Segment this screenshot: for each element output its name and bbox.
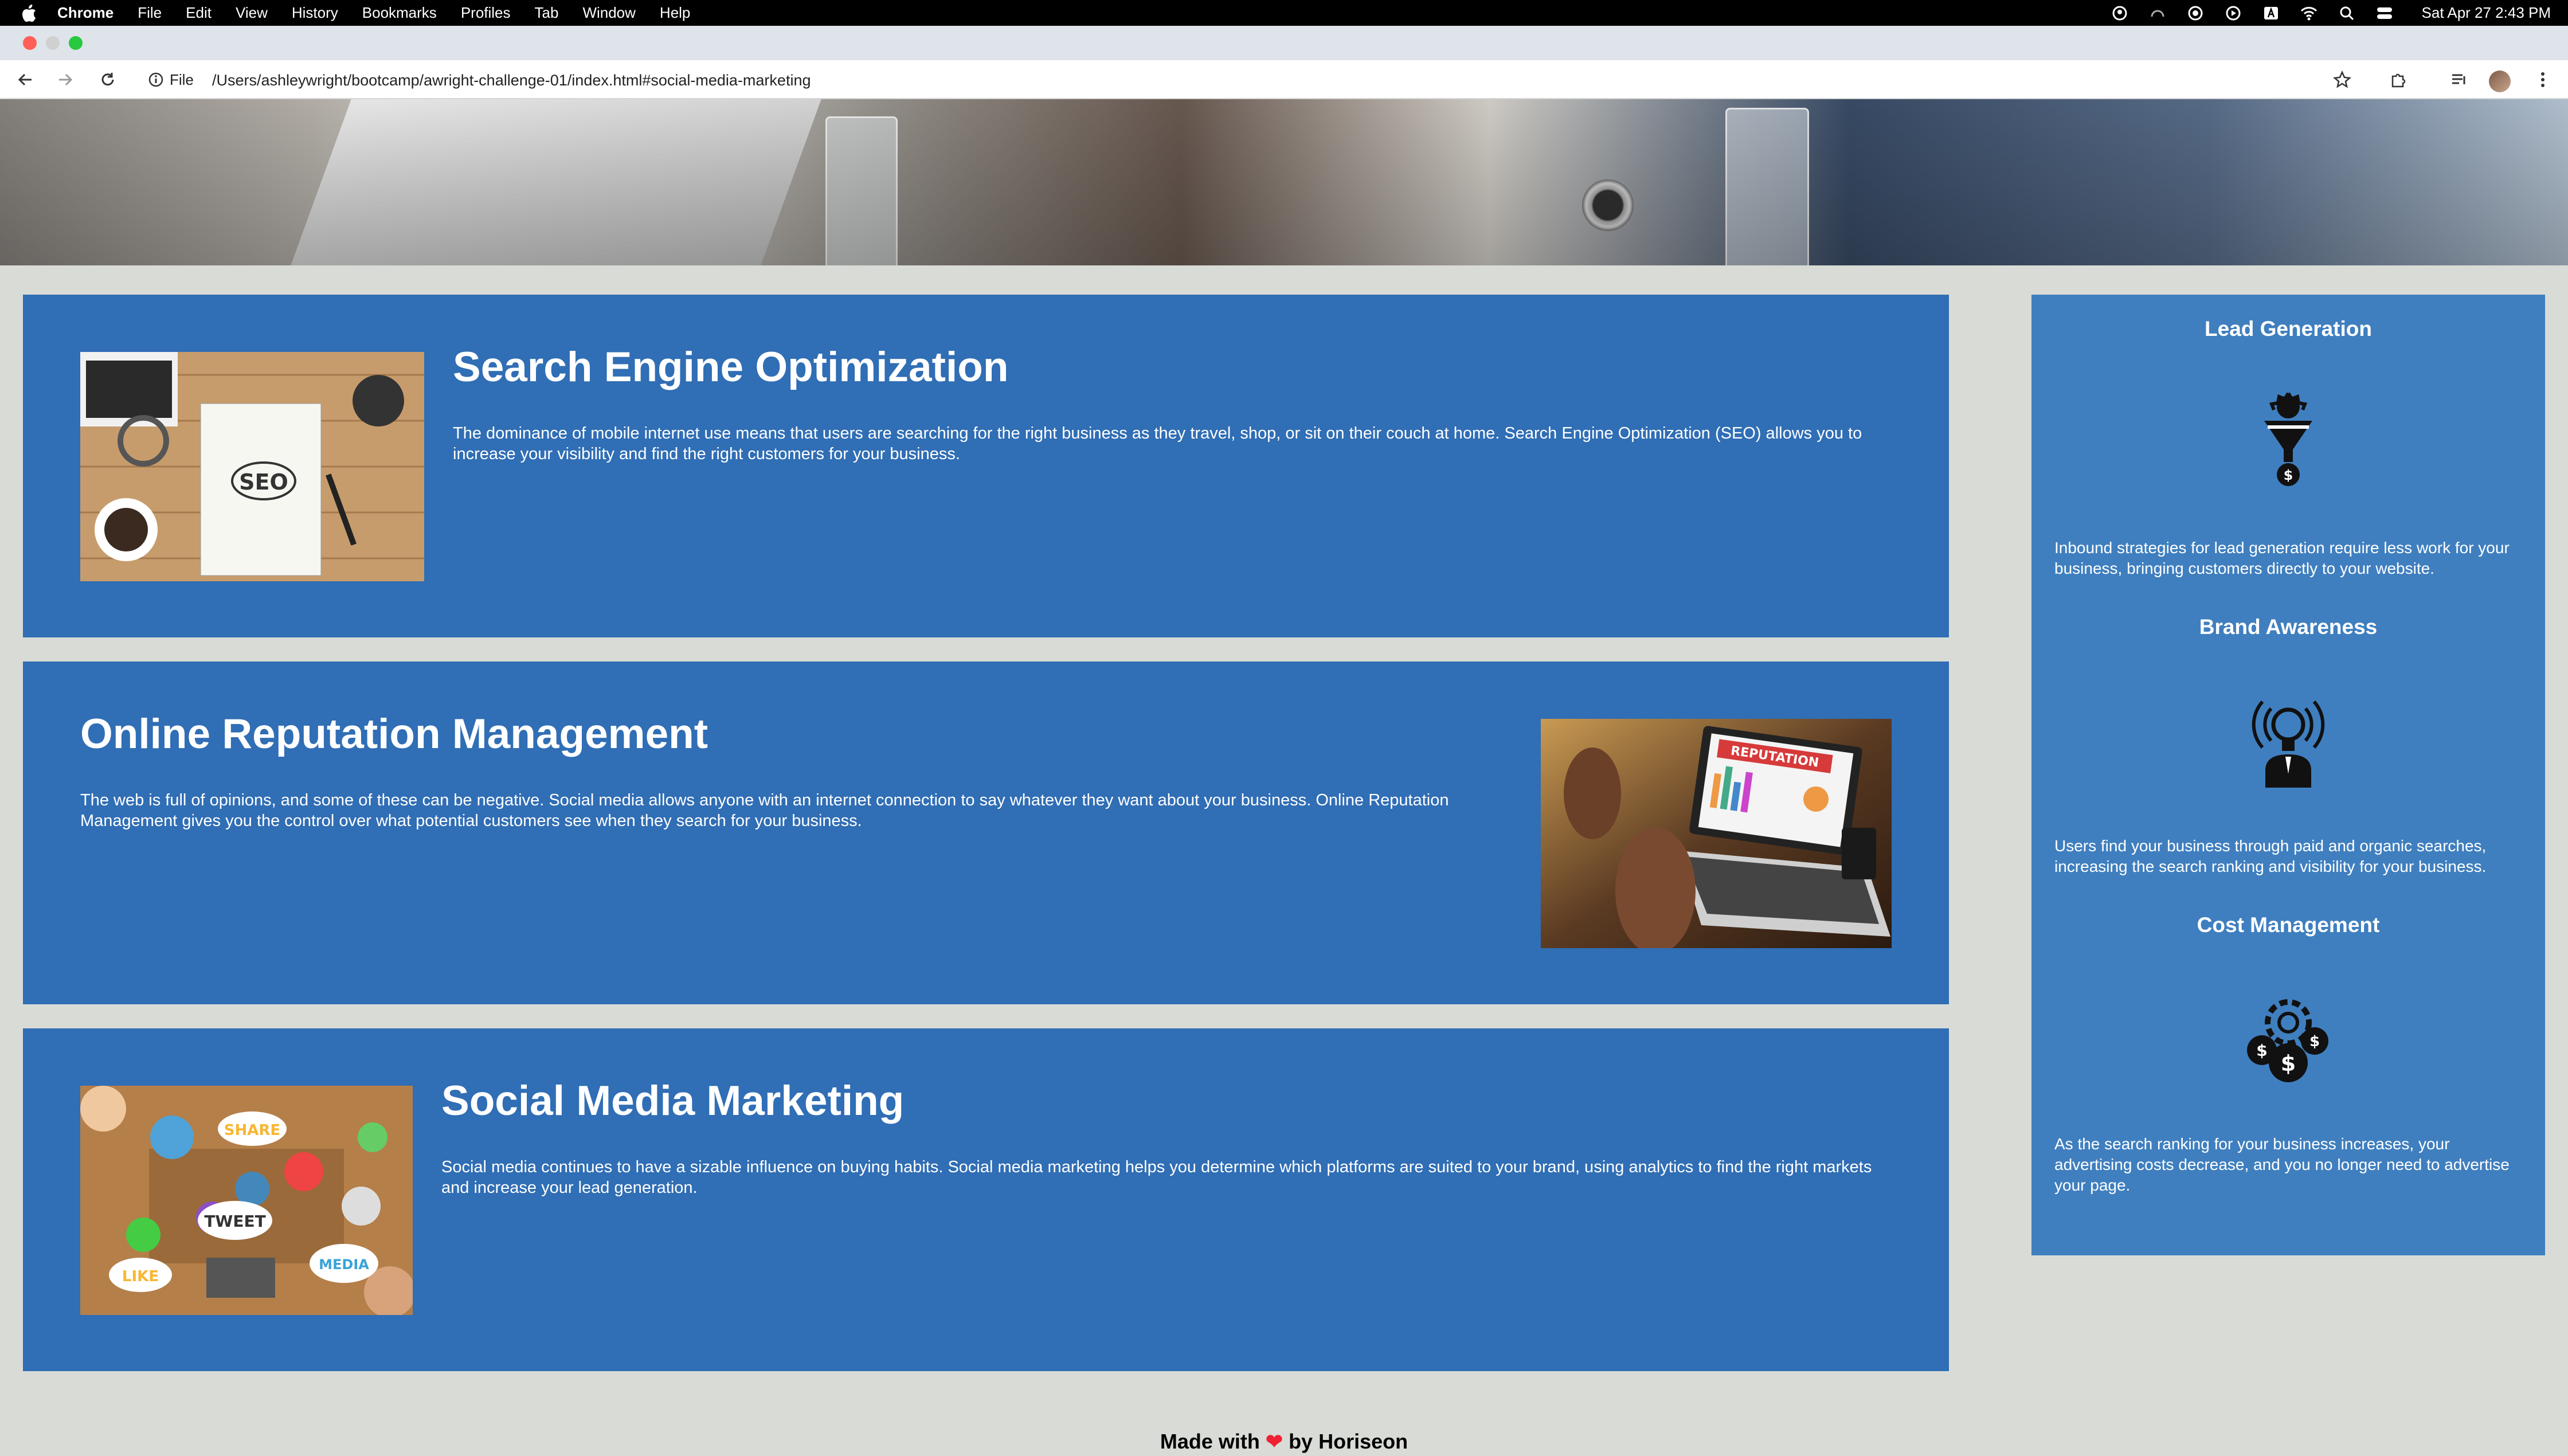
close-window-button[interactable] — [23, 36, 37, 50]
focus-icon[interactable] — [2111, 5, 2128, 22]
reputation-image: REPUTATION — [1541, 719, 1892, 948]
cost-management-heading: Cost Management — [2197, 913, 2380, 937]
menu-view[interactable]: View — [236, 4, 268, 22]
apple-menu-icon[interactable] — [21, 4, 38, 22]
seo-heading: Search Engine Optimization — [453, 344, 1009, 390]
extensions-icon[interactable] — [2387, 68, 2410, 91]
more-menu-icon[interactable] — [2531, 68, 2554, 91]
menu-edit[interactable]: Edit — [186, 4, 212, 22]
svg-text:$: $ — [2309, 1033, 2320, 1050]
seo-image: SEO — [80, 352, 424, 581]
forward-arrow-icon[interactable] — [54, 68, 77, 91]
social-media-image: TWEET SHARE LIKE MEDIA — [80, 1086, 413, 1315]
wifi-icon[interactable] — [2300, 5, 2318, 22]
profile-avatar[interactable] — [2489, 71, 2511, 92]
reputation-heading: Online Reputation Management — [80, 711, 708, 757]
benefits-sidebar: Lead Generation $ Inbound strategies for… — [2031, 295, 2545, 1255]
bookmark-star-icon[interactable] — [2331, 68, 2354, 91]
info-icon — [148, 72, 163, 87]
cost-management-text: As the search ranking for your business … — [2054, 1135, 2510, 1194]
cost-coins-gear-icon: $ $ $ — [2242, 988, 2334, 1086]
seo-section: SEO Search Engine Optimization The domin… — [23, 295, 1949, 637]
svg-text:$: $ — [2256, 1041, 2267, 1060]
seo-text: The dominance of mobile internet use mea… — [453, 424, 1862, 463]
reload-icon[interactable] — [96, 68, 119, 91]
social-media-section: TWEET SHARE LIKE MEDIA Social Media Mark… — [23, 1028, 1949, 1371]
menubar-clock[interactable]: Sat Apr 27 2:43 PM — [2422, 4, 2551, 22]
reputation-text: The web is full of opinions, and some of… — [80, 791, 1449, 830]
menu-history[interactable]: History — [292, 4, 338, 22]
svg-text:SHARE: SHARE — [224, 1122, 280, 1139]
status-tray: Sat Apr 27 2:43 PM — [2091, 0, 2551, 26]
cloud-sync-icon[interactable] — [2149, 5, 2166, 22]
reputation-section: Online Reputation Management The web is … — [23, 662, 1949, 1004]
svg-text:LIKE: LIKE — [122, 1268, 159, 1285]
menu-bookmarks[interactable]: Bookmarks — [362, 4, 437, 22]
social-media-heading: Social Media Marketing — [441, 1078, 905, 1124]
svg-text:TWEET: TWEET — [204, 1212, 265, 1231]
brand-lightbulb-icon — [2245, 690, 2331, 788]
svg-text:MEDIA: MEDIA — [319, 1257, 369, 1273]
svg-text:$: $ — [2284, 467, 2293, 483]
menu-app-chrome[interactable]: Chrome — [57, 4, 113, 22]
zoom-window-button[interactable] — [69, 36, 83, 50]
svg-text:$: $ — [2281, 1051, 2296, 1076]
screen-record-icon[interactable] — [2187, 5, 2204, 22]
footer-text-after: by Horiseon — [1283, 1430, 1408, 1453]
menu-tab[interactable]: Tab — [535, 4, 559, 22]
svg-text:SEO: SEO — [239, 469, 288, 495]
control-center-icon[interactable] — [2376, 5, 2393, 22]
macos-menu-bar: Chrome File Edit View History Bookmarks … — [0, 0, 2568, 26]
lead-generation-heading: Lead Generation — [2205, 317, 2372, 340]
hero-banner-image — [0, 99, 2568, 265]
input-source-icon[interactable] — [2262, 5, 2280, 22]
browser-title-bar — [0, 26, 2568, 60]
browser-toolbar: File /Users/ashleywright/bootcamp/awrigh… — [0, 60, 2568, 99]
footer-text-before: Made with — [1160, 1430, 1266, 1453]
menu-profiles[interactable]: Profiles — [461, 4, 511, 22]
back-arrow-icon[interactable] — [14, 68, 37, 91]
social-media-text: Social media continues to have a sizable… — [441, 1158, 1872, 1197]
reading-list-icon[interactable] — [2448, 68, 2471, 91]
address-bar[interactable]: /Users/ashleywright/bootcamp/awright-cha… — [212, 69, 811, 92]
menu-window[interactable]: Window — [582, 4, 635, 22]
lead-generation-text: Inbound strategies for lead generation r… — [2054, 539, 2510, 577]
lead-funnel-icon: $ — [2260, 392, 2317, 490]
heart-icon: ❤ — [1265, 1430, 1283, 1453]
spotlight-search-icon[interactable] — [2338, 5, 2355, 22]
site-info-label: File — [170, 71, 194, 88]
menu-file[interactable]: File — [138, 4, 162, 22]
site-info-chip[interactable]: File — [148, 68, 194, 91]
brand-awareness-text: Users find your business through paid an… — [2054, 837, 2487, 875]
play-icon[interactable] — [2225, 5, 2242, 22]
page-footer: Made with ❤ by Horiseon — [0, 1427, 2568, 1456]
minimize-window-button[interactable] — [46, 36, 60, 50]
brand-awareness-heading: Brand Awareness — [2199, 615, 2378, 639]
menu-help[interactable]: Help — [660, 4, 690, 22]
